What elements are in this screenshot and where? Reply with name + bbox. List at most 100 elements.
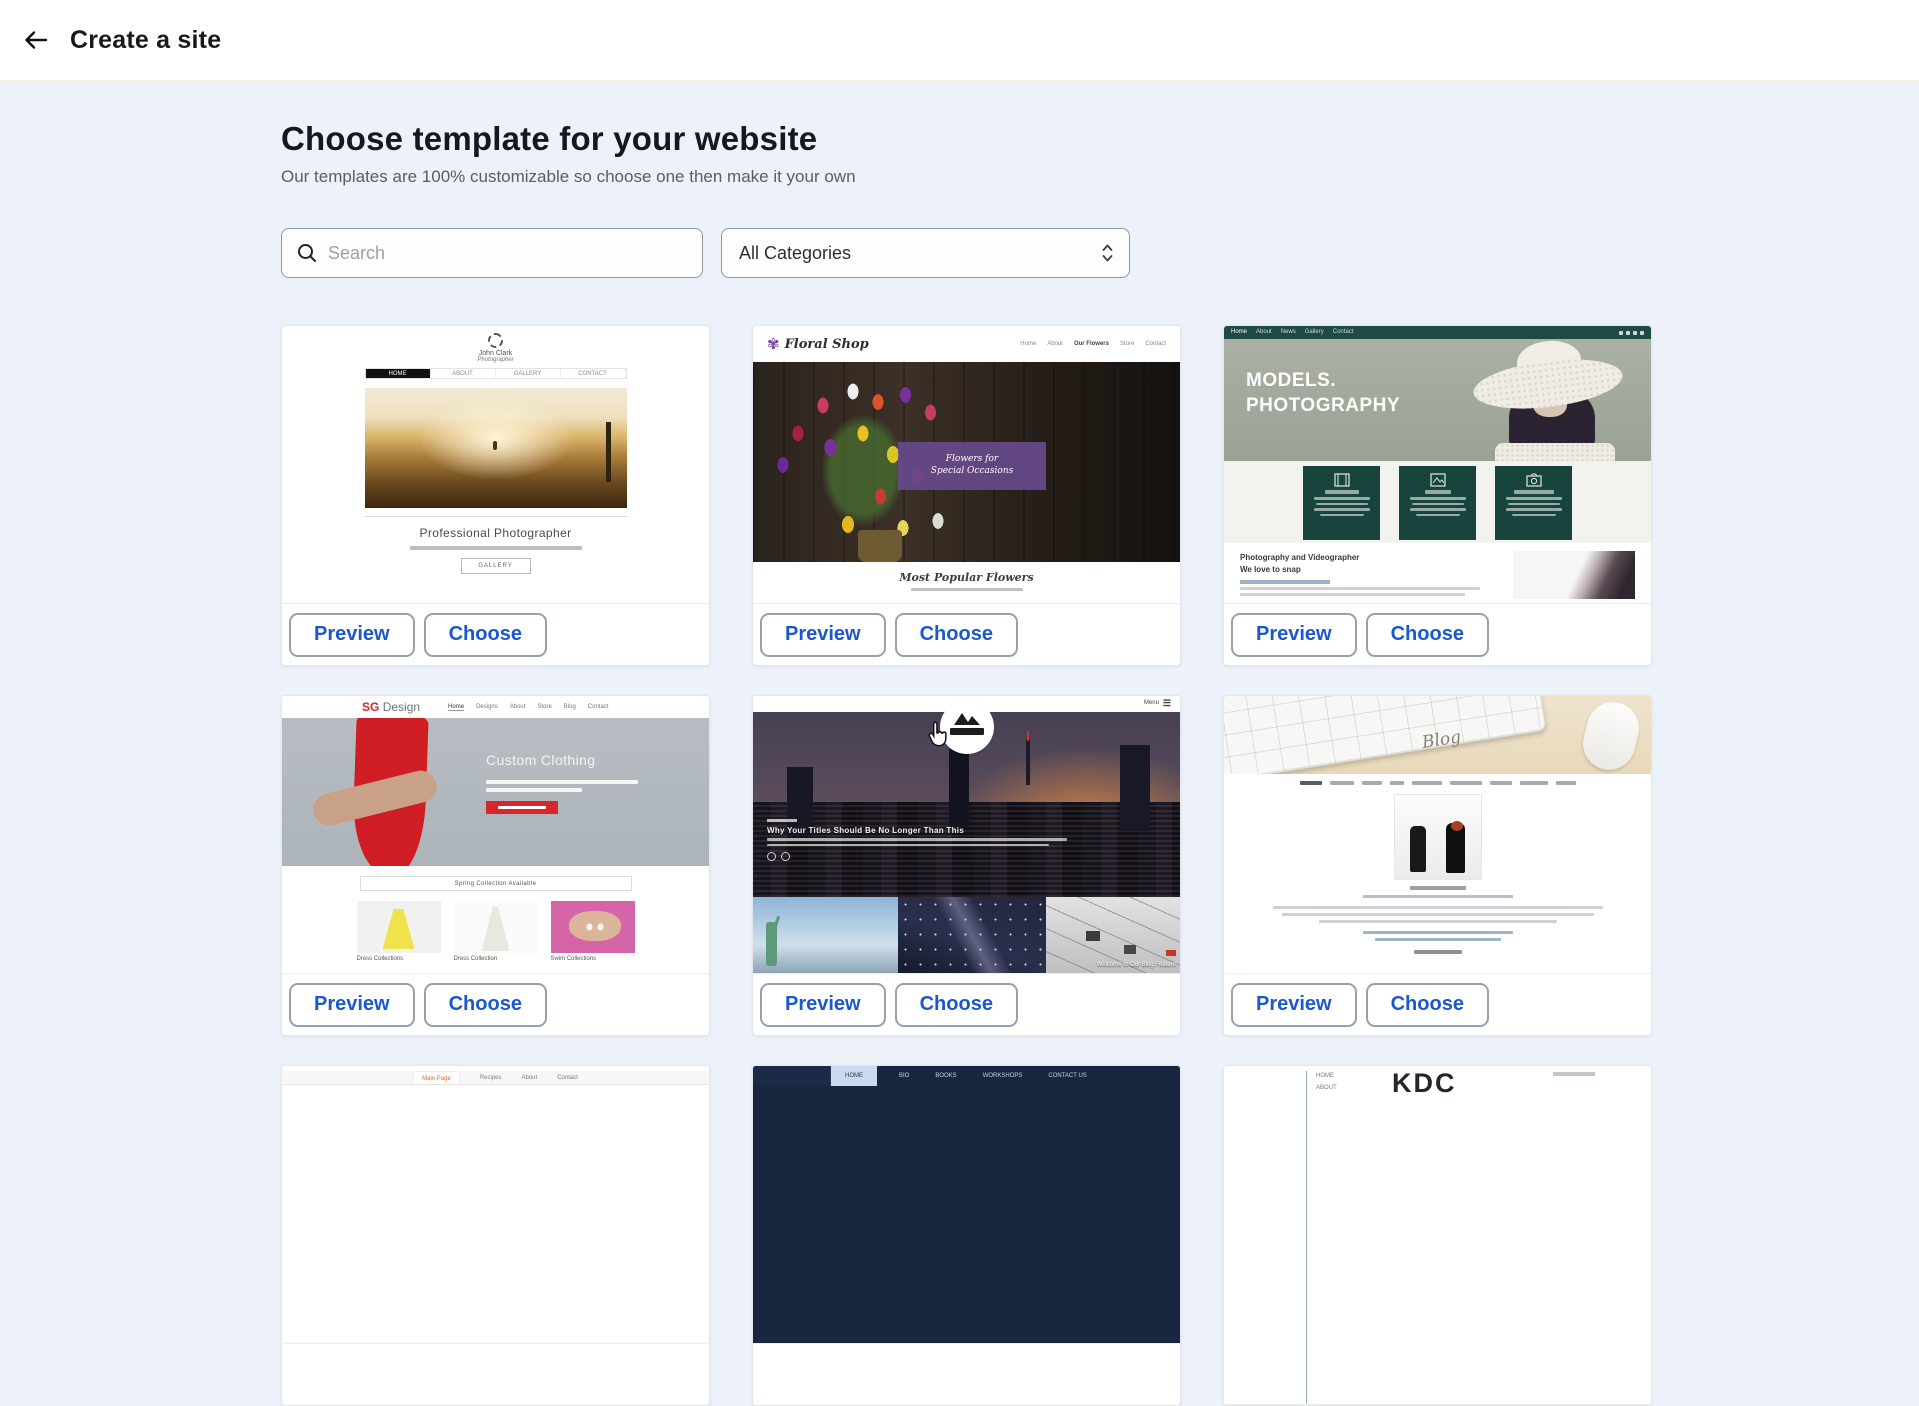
mini-site-hero-title: Custom Clothing bbox=[486, 752, 638, 768]
template-card-models-photography: Home About News Gallery Contact MODELS. … bbox=[1223, 325, 1652, 666]
choose-button[interactable]: Choose bbox=[424, 983, 547, 1027]
mini-site-hero-image: Custom Clothing bbox=[282, 718, 709, 866]
mini-site-brand: KDC bbox=[1392, 1068, 1457, 1099]
template-card-kdc-partial: HOME ABOUT KDC bbox=[1223, 1065, 1652, 1406]
product-swimwear: Swim Collections bbox=[551, 901, 635, 962]
stepper-chevrons-icon bbox=[1101, 242, 1114, 264]
search-icon bbox=[296, 242, 318, 264]
mini-site-hero-overlay: Flowers for Special Occasions bbox=[898, 442, 1046, 490]
arrow-left-icon bbox=[21, 25, 51, 55]
carousel-dots bbox=[767, 852, 1097, 861]
thumb-statue-of-liberty bbox=[753, 897, 898, 974]
mini-site-brand: SG Design bbox=[362, 700, 420, 714]
section-subtitle: Our templates are 100% customizable so c… bbox=[281, 167, 1652, 187]
mini-site-thumbnails: Welcome to Our Blog Feature bbox=[753, 897, 1180, 974]
preview-button[interactable]: Preview bbox=[289, 613, 415, 657]
camera-icon bbox=[1526, 473, 1542, 487]
category-value: All Categories bbox=[739, 243, 851, 264]
product-dress-white: Dress Collection bbox=[454, 901, 538, 962]
mini-site-hero-image: Flowers for Special Occasions bbox=[753, 362, 1180, 562]
template-thumbnail: Home About News Gallery Contact MODELS. … bbox=[1224, 326, 1651, 604]
image-icon bbox=[1430, 473, 1446, 487]
top-bar: Create a site bbox=[0, 0, 1919, 82]
preview-button[interactable]: Preview bbox=[1231, 983, 1357, 1027]
about-photo bbox=[1513, 551, 1635, 599]
template-card-author-partial: HOME BIO BOOKS WORKSHOPS CONTACT US bbox=[752, 1065, 1181, 1406]
template-card-blog: Blog bbox=[1223, 695, 1652, 1036]
template-thumbnail: HOME ABOUT KDC bbox=[1224, 1066, 1651, 1405]
mini-site-red-button bbox=[486, 801, 558, 814]
thumb-night-sky bbox=[898, 897, 1046, 974]
template-grid: John Clark Photographer HOME ABOUT GALLE… bbox=[281, 325, 1652, 1406]
mini-site-feature-tiles bbox=[1224, 461, 1651, 543]
mini-site-logo-subtext: Photographer bbox=[282, 357, 709, 363]
preview-button[interactable]: Preview bbox=[760, 983, 886, 1027]
video-icon bbox=[1334, 473, 1350, 487]
preview-button[interactable]: Preview bbox=[1231, 613, 1357, 657]
choose-button[interactable]: Choose bbox=[895, 983, 1018, 1027]
card-actions: Preview Choose bbox=[1224, 974, 1651, 1035]
choose-button[interactable]: Choose bbox=[424, 613, 547, 657]
hamburger-icon: ☰ bbox=[1163, 699, 1171, 707]
mini-site-hero-title: MODELS. PHOTOGRAPHY bbox=[1246, 369, 1400, 418]
search-input[interactable] bbox=[328, 243, 688, 264]
mini-site-heading: Professional Photographer bbox=[282, 526, 709, 540]
mouse-cursor bbox=[925, 720, 951, 750]
mini-site-section-title: Most Popular Flowers bbox=[753, 571, 1180, 584]
template-card-travel-blog: Menu ☰ Why Your Titles Sho bbox=[752, 695, 1181, 1036]
search-box[interactable] bbox=[281, 228, 703, 278]
aperture-logo-icon bbox=[488, 333, 503, 348]
main-content: Choose template for your website Our tem… bbox=[281, 82, 1652, 1406]
mini-site-hero-post: Why Your Titles Should Be No Longer Than… bbox=[767, 819, 1097, 861]
mini-site-nav: HOME ABOUT GALLERY CONTACT bbox=[365, 368, 627, 379]
salon-photo bbox=[1394, 794, 1482, 880]
feature-tile-images bbox=[1399, 466, 1476, 540]
page-title: Create a site bbox=[70, 26, 221, 55]
mini-site-hero-image: MODELS. PHOTOGRAPHY bbox=[1224, 339, 1651, 461]
mini-site-nav bbox=[1224, 781, 1651, 785]
mini-site-nav: Main Page Recipes About Contact bbox=[282, 1071, 709, 1085]
mini-site-nav: Home Designs About Store Blog Contact bbox=[448, 704, 608, 711]
feature-tile-videography bbox=[1303, 466, 1380, 540]
mini-site-nav: Home About Our Flowers Store Contact bbox=[1020, 341, 1166, 347]
mini-site-menu: Menu ☰ bbox=[1144, 699, 1171, 707]
flower-logo-icon: ✾ bbox=[767, 335, 780, 353]
mini-site-brand: Floral Shop bbox=[785, 337, 869, 352]
red-dress-photo bbox=[312, 718, 462, 866]
mini-site-cta: GALLERY bbox=[461, 558, 531, 574]
template-thumbnail: HOME BIO BOOKS WORKSHOPS CONTACT US bbox=[753, 1066, 1180, 1344]
template-thumbnail: Menu ☰ Why Your Titles Sho bbox=[753, 696, 1180, 974]
mouse-photo bbox=[1578, 697, 1645, 774]
choose-button[interactable]: Choose bbox=[1366, 613, 1489, 657]
choose-button[interactable]: Choose bbox=[895, 613, 1018, 657]
mini-site-nav: Home About News Gallery Contact bbox=[1224, 326, 1651, 339]
mini-site-nav: HOME BIO BOOKS WORKSHOPS CONTACT US bbox=[753, 1066, 1180, 1086]
mini-site-about: Photography and Videographer We love to … bbox=[1224, 543, 1651, 604]
card-actions: Preview Choose bbox=[282, 604, 709, 665]
feature-tile-photography bbox=[1495, 466, 1572, 540]
choose-button[interactable]: Choose bbox=[1366, 983, 1489, 1027]
mini-site-logo-text: John Clark bbox=[282, 350, 709, 357]
template-thumbnail: ✾ Floral Shop Home About Our Flowers Sto… bbox=[753, 326, 1180, 604]
mini-site-products: Dress Collections Dress Collection Swim … bbox=[282, 901, 709, 962]
back-button[interactable] bbox=[16, 20, 56, 60]
preview-button[interactable]: Preview bbox=[289, 983, 415, 1027]
template-card-floral-shop: ✾ Floral Shop Home About Our Flowers Sto… bbox=[752, 325, 1181, 666]
template-card-sg-design: SG Design Home Designs About Store Blog … bbox=[281, 695, 710, 1036]
template-thumbnail: Blog bbox=[1224, 696, 1651, 974]
preview-button[interactable]: Preview bbox=[760, 613, 886, 657]
section-heading: Choose template for your website bbox=[281, 120, 1652, 158]
mountain-icon bbox=[952, 710, 982, 726]
card-actions: Preview Choose bbox=[753, 604, 1180, 665]
thumb-ski-lift: Welcome to Our Blog Feature bbox=[1046, 897, 1180, 974]
card-actions: Preview Choose bbox=[753, 974, 1180, 1035]
social-icons bbox=[1619, 331, 1644, 335]
product-dress-yellow: Dress Collections bbox=[357, 901, 441, 962]
card-actions: Preview Choose bbox=[282, 974, 709, 1035]
mini-site-banner: Spring Collection Available bbox=[360, 876, 632, 891]
template-thumbnail: SG Design Home Designs About Store Blog … bbox=[282, 696, 709, 974]
template-thumbnail: Main Page Recipes About Contact bbox=[282, 1066, 709, 1344]
template-thumbnail: John Clark Photographer HOME ABOUT GALLE… bbox=[282, 326, 709, 604]
category-select[interactable]: All Categories bbox=[721, 228, 1130, 278]
mini-site-hero-image bbox=[365, 388, 627, 508]
